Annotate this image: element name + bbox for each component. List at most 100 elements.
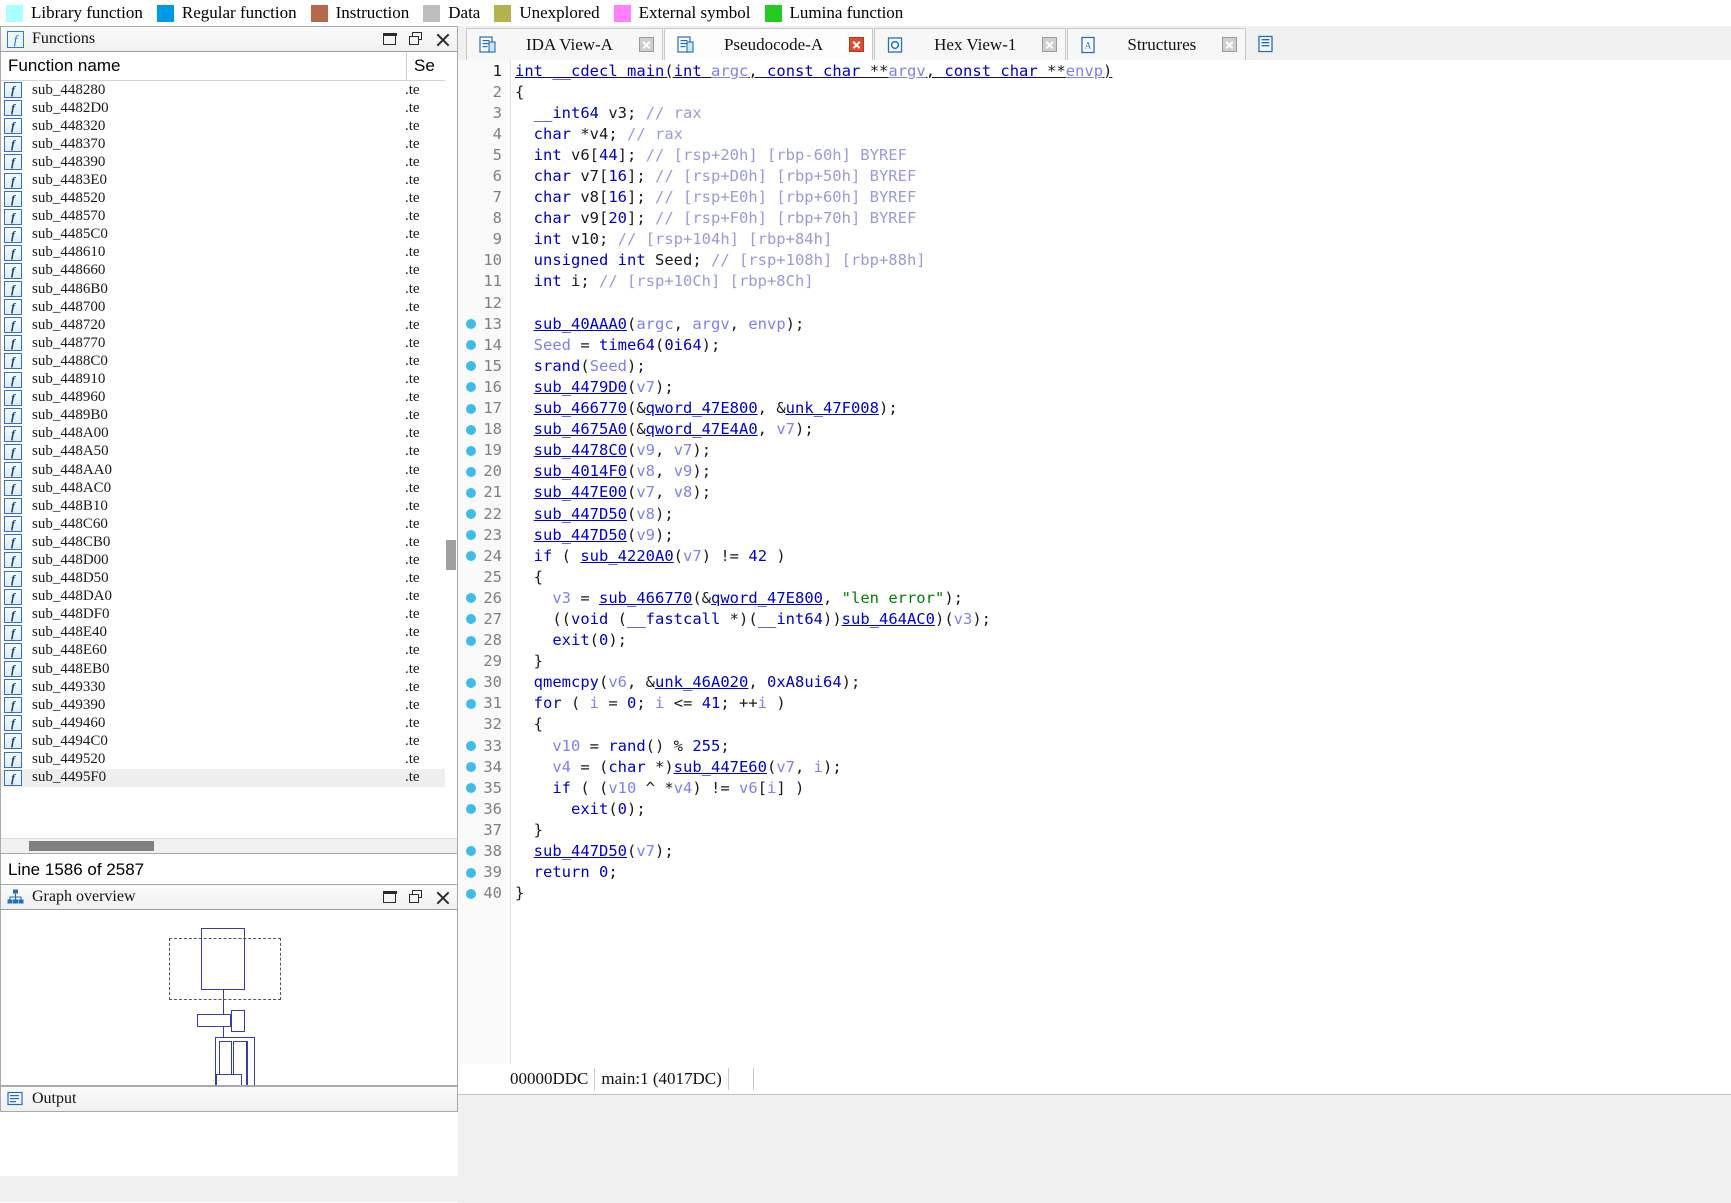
close-icon[interactable]: [435, 32, 450, 47]
function-list-row[interactable]: f sub_448DA0 .te: [1, 588, 457, 606]
functions-vertical-scrollbar-thumb[interactable]: [446, 540, 456, 570]
function-list-row[interactable]: f sub_448520 .te: [1, 190, 457, 208]
function-list-row[interactable]: f sub_448770 .te: [1, 334, 457, 352]
code-line[interactable]: 36 exit(0);: [458, 798, 1731, 819]
code-line[interactable]: 34 v4 = (char *)sub_447E60(v7, i);: [458, 756, 1731, 777]
code-line[interactable]: 11 int i; // [rsp+10Ch] [rbp+8Ch]: [458, 271, 1731, 292]
code-line[interactable]: 4 char *v4; // rax: [458, 123, 1731, 144]
maximize-icon[interactable]: [409, 889, 424, 905]
function-list-row[interactable]: f sub_448700 .te: [1, 298, 457, 316]
function-list-row[interactable]: f sub_448DF0 .te: [1, 606, 457, 624]
code-line[interactable]: 12: [458, 292, 1731, 313]
function-list-row[interactable]: f sub_448AA0 .te: [1, 461, 457, 479]
function-list-row[interactable]: f sub_448660 .te: [1, 262, 457, 280]
breakpoint-marker-icon[interactable]: [466, 888, 476, 899]
function-list-row[interactable]: f sub_448D50 .te: [1, 570, 457, 588]
column-header-function-name[interactable]: Function name: [1, 52, 407, 80]
function-list-row[interactable]: f sub_4485C0 .te: [1, 226, 457, 244]
code-line[interactable]: 27 ((void (__fastcall *)(__int64))sub_46…: [458, 608, 1731, 629]
function-list-row[interactable]: f sub_4489B0 .te: [1, 407, 457, 425]
breakpoint-marker-icon[interactable]: [466, 487, 476, 498]
breakpoint-marker-icon[interactable]: [466, 445, 476, 456]
breakpoint-marker-icon[interactable]: [466, 403, 476, 414]
function-list-row[interactable]: f sub_449520 .te: [1, 750, 457, 768]
code-line[interactable]: 14 Seed = time64(0i64);: [458, 334, 1731, 355]
pseudocode-view[interactable]: 1 int __cdecl main(int argc, const char *…: [458, 60, 1731, 1064]
function-list-row[interactable]: f sub_448C60 .te: [1, 515, 457, 533]
function-list-row[interactable]: f sub_448B10 .te: [1, 497, 457, 515]
tab-pseudocode-a[interactable]: Pseudocode-A: [663, 28, 874, 60]
function-list-row[interactable]: f sub_4486B0 .te: [1, 280, 457, 298]
function-list-row[interactable]: f sub_448720 .te: [1, 316, 457, 334]
function-list-row[interactable]: f sub_448AC0 .te: [1, 479, 457, 497]
breakpoint-marker-icon[interactable]: [466, 867, 476, 878]
function-list-row[interactable]: f sub_448390 .te: [1, 153, 457, 171]
code-line[interactable]: 7 char v8[16]; // [rsp+E0h] [rbp+60h] BY…: [458, 187, 1731, 208]
breakpoint-marker-icon[interactable]: [466, 698, 476, 709]
function-list-row[interactable]: f sub_448A50 .te: [1, 443, 457, 461]
code-line[interactable]: 31 for ( i = 0; i <= 41; ++i ): [458, 693, 1731, 714]
code-line[interactable]: 35 if ( (v10 ^ *v4) != v6[i] ): [458, 777, 1731, 798]
code-line[interactable]: 37 }: [458, 819, 1731, 840]
code-line[interactable]: 29 }: [458, 651, 1731, 672]
function-list-row[interactable]: f sub_4483E0 .te: [1, 171, 457, 189]
breakpoint-marker-icon[interactable]: [466, 530, 476, 541]
breakpoint-marker-icon[interactable]: [466, 424, 476, 435]
code-line[interactable]: 25 {: [458, 566, 1731, 587]
code-line[interactable]: 32 {: [458, 714, 1731, 735]
tab-close-icon[interactable]: [1042, 37, 1058, 52]
code-line[interactable]: 10 unsigned int Seed; // [rsp+108h] [rbp…: [458, 250, 1731, 271]
function-list-row[interactable]: f sub_4482D0 .te: [1, 99, 457, 117]
pseudocode-lines[interactable]: 1 int __cdecl main(int argc, const char *…: [458, 60, 1731, 904]
code-line[interactable]: 30 qmemcpy(v6, &unk_46A020, 0xA8ui64);: [458, 672, 1731, 693]
function-list-row[interactable]: f sub_448D00 .te: [1, 551, 457, 569]
code-line[interactable]: 26 v3 = sub_466770(&qword_47E800, "len e…: [458, 587, 1731, 608]
function-list-row[interactable]: f sub_448EB0 .te: [1, 660, 457, 678]
code-line[interactable]: 16 sub_4479D0(v7);: [458, 376, 1731, 397]
function-list-row[interactable]: f sub_448960 .te: [1, 389, 457, 407]
code-line[interactable]: 19 sub_4478C0(v9, v7);: [458, 440, 1731, 461]
tab-overflow-icon[interactable]: [1247, 28, 1285, 60]
code-line[interactable]: 1 int __cdecl main(int argc, const char *…: [458, 60, 1731, 81]
graph-overview-titlebar[interactable]: Graph overview: [0, 884, 458, 910]
function-list-row[interactable]: f sub_448610 .te: [1, 244, 457, 262]
tab-close-icon[interactable]: [1222, 37, 1238, 52]
tab-close-icon[interactable]: [849, 37, 865, 52]
tab-ida-view-a[interactable]: IDA View-A: [466, 28, 663, 60]
breakpoint-marker-icon[interactable]: [466, 635, 476, 646]
code-line[interactable]: 20 sub_4014F0(v8, v9);: [458, 461, 1731, 482]
code-line[interactable]: 40}: [458, 883, 1731, 904]
functions-panel-titlebar[interactable]: f Functions: [0, 26, 458, 52]
functions-horizontal-scrollbar[interactable]: [1, 838, 457, 853]
breakpoint-marker-icon[interactable]: [466, 508, 476, 519]
function-list-row[interactable]: f sub_449390 .te: [1, 696, 457, 714]
graph-viewport-rect[interactable]: [169, 938, 281, 1000]
function-list-row[interactable]: f sub_448E40 .te: [1, 624, 457, 642]
graph-overview-canvas[interactable]: [0, 910, 458, 1086]
column-header-segment[interactable]: Se: [407, 52, 457, 80]
code-line[interactable]: 24 if ( sub_4220A0(v7) != 42 ): [458, 545, 1731, 566]
restore-icon[interactable]: [382, 890, 398, 905]
function-list-row[interactable]: f sub_4494C0 .te: [1, 732, 457, 750]
close-icon[interactable]: [435, 890, 450, 905]
code-line[interactable]: 3 __int64 v3; // rax: [458, 102, 1731, 123]
function-list-row[interactable]: f sub_448A00 .te: [1, 425, 457, 443]
code-line[interactable]: 38 sub_447D50(v7);: [458, 840, 1731, 861]
function-list-row[interactable]: f sub_448280 .te: [1, 81, 457, 99]
functions-vertical-scrollbar[interactable]: [445, 80, 457, 824]
code-line[interactable]: 15 srand(Seed);: [458, 355, 1731, 376]
function-list-row[interactable]: f sub_448320 .te: [1, 117, 457, 135]
maximize-icon[interactable]: [409, 31, 424, 47]
function-list-row[interactable]: f sub_448370 .te: [1, 135, 457, 153]
code-line[interactable]: 28 exit(0);: [458, 630, 1731, 651]
code-line[interactable]: 9 int v10; // [rsp+104h] [rbp+84h]: [458, 229, 1731, 250]
code-line[interactable]: 39 return 0;: [458, 862, 1731, 883]
code-line[interactable]: 18 sub_4675A0(&qword_47E4A0, v7);: [458, 419, 1731, 440]
function-list-row[interactable]: f sub_448CB0 .te: [1, 533, 457, 551]
function-list-row[interactable]: f sub_449460 .te: [1, 714, 457, 732]
function-list-row[interactable]: f sub_4495F0 .te: [1, 768, 457, 787]
breakpoint-marker-icon[interactable]: [466, 741, 476, 751]
code-line[interactable]: 23 sub_447D50(v9);: [458, 524, 1731, 545]
breakpoint-marker-icon[interactable]: [466, 466, 476, 477]
breakpoint-marker-icon[interactable]: [466, 677, 476, 688]
